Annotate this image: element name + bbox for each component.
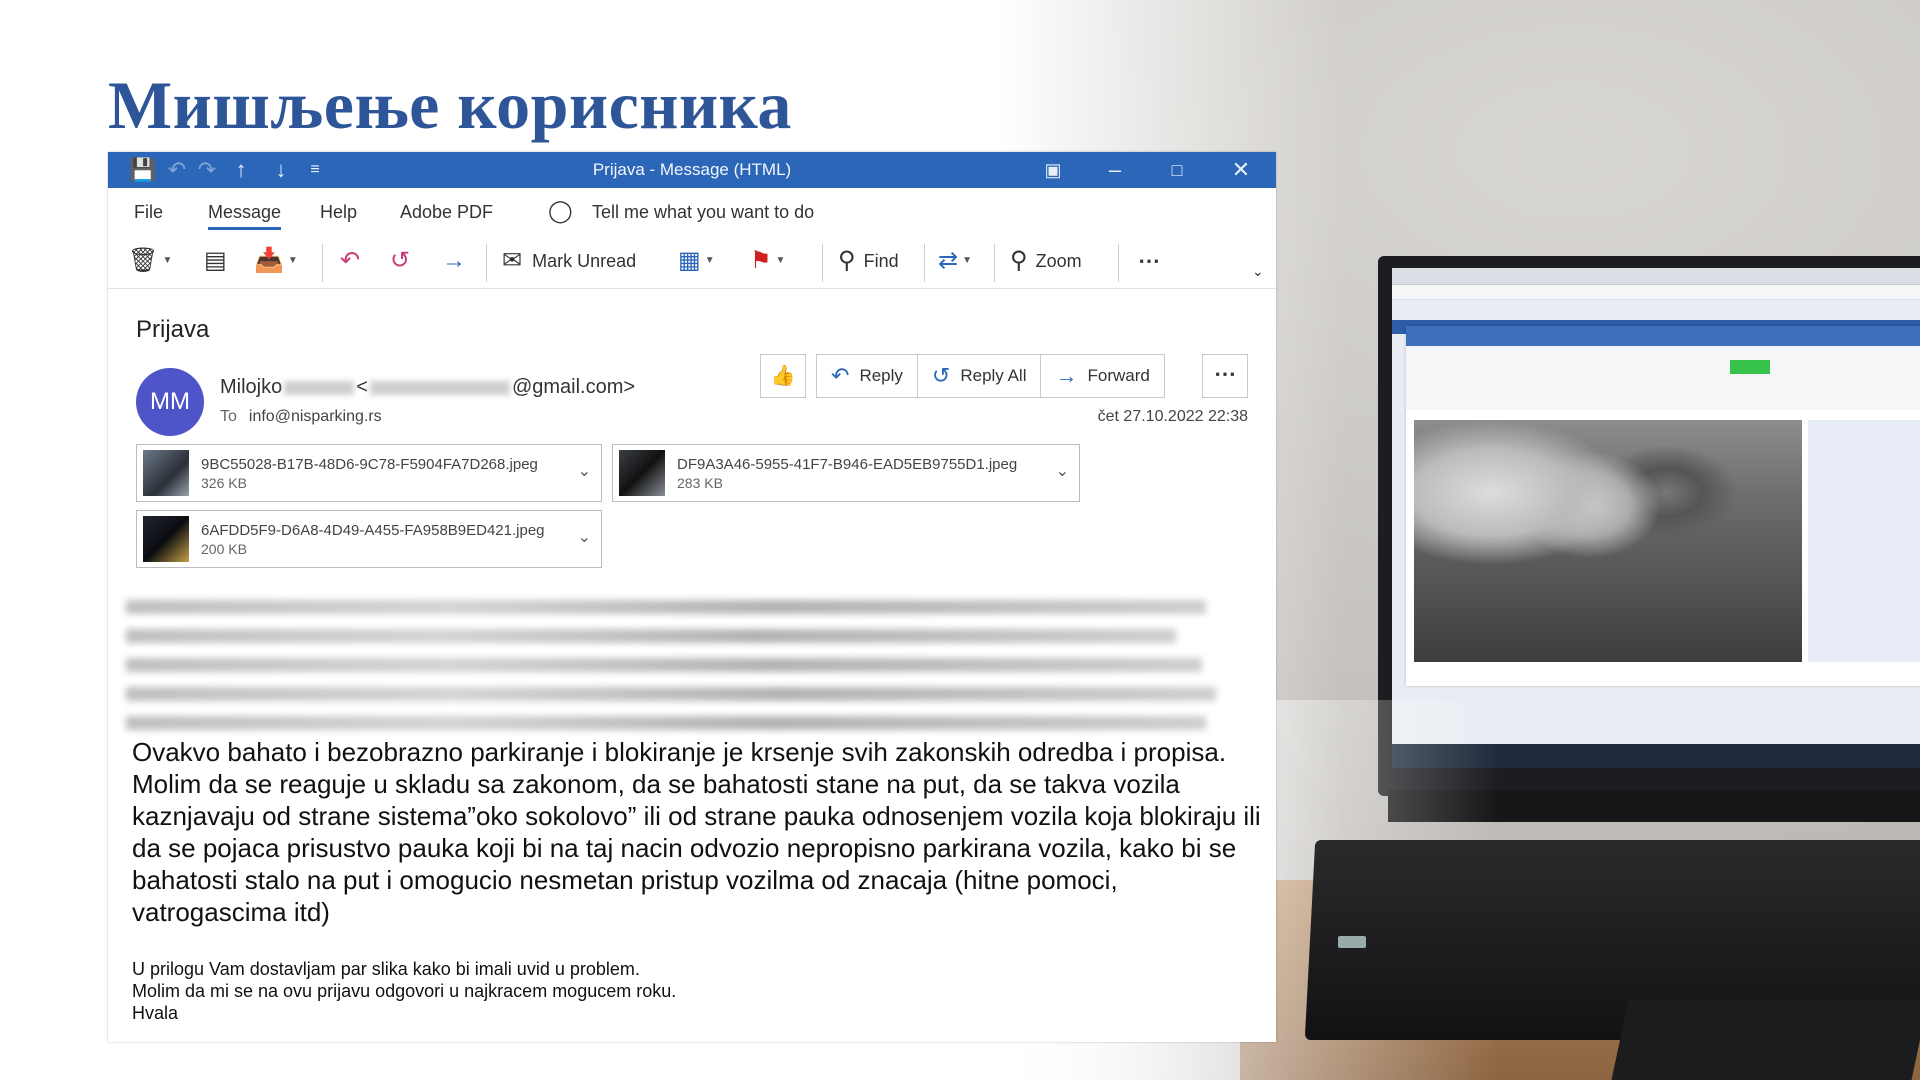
chevron-down-icon: ▼ [962,255,973,266]
attachment-2[interactable]: DF9A3A46-5955-41F7-B946-EAD5EB9755D1.jpe… [612,444,1080,502]
customize-icon[interactable]: ≡ [300,152,330,188]
image-thumbnail [143,450,189,496]
more-options-button[interactable]: ⋯ [1138,246,1160,276]
reply-icon: ↶ [340,247,361,274]
reply-all-icon: ↺ [931,363,951,388]
image-thumbnail [619,450,665,496]
minimize-icon[interactable]: – [1100,152,1130,188]
sender[interactable]: Milojko < @gmail.com> [220,376,635,399]
forward-button[interactable]: → Forward [1041,354,1165,398]
flag-button[interactable]: ⚑ ▼ [750,246,785,276]
undo-icon[interactable]: ↶ [162,152,192,188]
lightbulb-icon: ◯ [548,198,573,223]
slide-title: Мишљење корисника [108,67,792,143]
avatar: MM [136,368,204,436]
redo-icon[interactable]: ↷ [192,152,222,188]
parking-map [1808,420,1920,662]
chevron-down-icon[interactable]: ⌄ [1056,461,1069,481]
redacted-name [284,380,355,395]
reply-all-icon-button[interactable]: ↺ [390,246,410,276]
save-icon[interactable]: 💾 [128,152,158,188]
ribbon-display-icon[interactable]: ▣ [1038,152,1068,188]
chevron-down-icon: ⌄ [1252,263,1264,279]
chevron-down-icon[interactable]: ⌄ [578,461,591,481]
translate-button[interactable]: ⇄ ▼ [938,246,972,276]
maximize-icon[interactable]: □ [1162,152,1192,188]
find-button[interactable]: ⚲ Find [838,246,899,276]
reply-icon-button[interactable]: ↶ [340,246,360,276]
more-icon: ⋯ [1214,361,1236,386]
email-date: čet 27.10.2022 22:38 [1097,408,1248,425]
email-window: Prijava - Message (HTML) 💾 ↶ ↷ ↑ ↓ ≡ ▣ –… [108,152,1276,1042]
keyboard [1611,1000,1920,1080]
archive-icon: ▤ [204,247,227,274]
attachment-3[interactable]: 6AFDD5F9-D6A8-4D49-A455-FA958B9ED421.jpe… [136,510,602,568]
monitor-screen [1392,268,1920,768]
menu-help[interactable]: Help [320,202,357,223]
close-icon[interactable]: ✕ [1226,152,1256,188]
email-body: Ovakvo bahato i bezobrazno parkiranje i … [132,737,1261,927]
thumbs-up-icon: 👍 [770,365,796,387]
arrow-up-icon[interactable]: ↑ [226,152,256,188]
trash-icon: 🗑 [128,247,159,274]
forward-icon-button[interactable]: → [442,246,466,276]
redacted-email [369,380,510,395]
envelope-icon: ✉ [502,247,523,274]
chevron-down-icon: ▼ [287,255,298,266]
translate-icon: ⇄ [938,247,959,274]
lpr-panel [1406,326,1920,686]
zoom-button[interactable]: ⚲ Zoom [1010,246,1082,276]
email-subject: Prijava [136,316,210,343]
camera-feed [1414,420,1802,662]
more-icon: ⋯ [1138,248,1160,273]
menu-bar: File Message Help Adobe PDF ◯ Tell me wh… [108,188,1276,234]
move-button[interactable]: 📥 ▼ [254,246,298,276]
recipient: To info@nisparking.rs [220,408,382,425]
categorize-button[interactable]: ▦ ▼ [678,246,715,276]
like-button[interactable]: 👍 [760,354,806,398]
attachment-1[interactable]: 9BC55028-B17B-48D6-9C78-F5904FA7D268.jpe… [136,444,602,502]
chevron-down-icon: ▼ [775,255,786,266]
search-icon: ⚲ [838,247,856,274]
menu-file[interactable]: File [134,202,163,223]
categorize-icon: ▦ [678,247,701,274]
redacted-text-block [126,600,1226,745]
archive-button[interactable]: ▤ [204,246,227,276]
chevron-down-icon: ▼ [162,255,173,266]
reply-icon: ↶ [831,363,850,388]
forward-icon: → [442,247,466,274]
reply-button[interactable]: ↶ Reply [816,354,918,398]
delete-button[interactable]: 🗑 ▼ [128,246,172,276]
flag-icon: ⚑ [750,247,772,274]
mark-unread-button[interactable]: ✉ Mark Unread [502,246,636,276]
chevron-down-icon: ▼ [704,255,715,266]
move-icon: 📥 [254,247,284,274]
title-bar: Prijava - Message (HTML) 💾 ↶ ↷ ↑ ↓ ≡ ▣ –… [108,152,1276,188]
collapse-ribbon-button[interactable]: ⌄ [1252,256,1264,286]
email-footer: U prilogu Vam dostavljam par slika kako … [132,959,677,1023]
forward-icon: → [1055,363,1078,388]
reply-all-icon: ↺ [390,247,411,274]
menu-message[interactable]: Message [208,202,282,230]
tell-me-search[interactable]: Tell me what you want to do [592,202,814,223]
chevron-down-icon[interactable]: ⌄ [578,527,591,547]
image-thumbnail [143,516,189,562]
reply-all-button[interactable]: ↺ Reply All [917,354,1042,398]
response-actions: ↶ Reply ↺ Reply All → Forward [816,354,1165,398]
more-actions-button[interactable]: ⋯ [1202,354,1248,398]
ribbon-toolbar: 🗑 ▼ ▤ 📥 ▼ ↶ ↺ → ✉ Mark Unread ▦ ▼ ⚑ ▼ ⚲ Find ⇄… [108,234,1276,289]
menu-adobe-pdf[interactable]: Adobe PDF [400,202,493,223]
zoom-icon: ⚲ [1010,247,1028,274]
arrow-down-icon[interactable]: ↓ [266,152,296,188]
